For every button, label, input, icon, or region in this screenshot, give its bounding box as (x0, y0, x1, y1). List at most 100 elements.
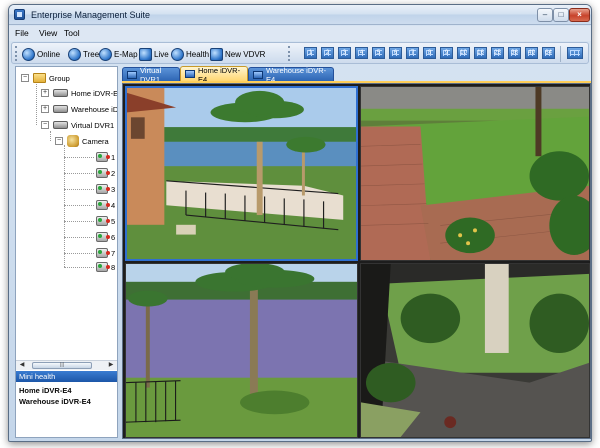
layout-10-button[interactable]: 10 (457, 47, 470, 59)
device-sidebar: − Group + Home iDVR-E4 + Warehouse iDVR-… (15, 66, 118, 438)
camera-group-icon (67, 135, 79, 147)
dvr-icon (53, 121, 68, 129)
tab-warehouse-idvr-e4[interactable]: Warehouse iDVR-E4 (248, 66, 334, 84)
monitor-icon (127, 71, 137, 79)
video-feed-1[interactable] (125, 86, 358, 261)
minimize-button[interactable]: – (537, 8, 553, 22)
video-feed-4[interactable] (360, 263, 590, 438)
layout-5-button[interactable]: 5 (372, 47, 385, 59)
globe-icon (22, 47, 35, 61)
collapse-icon[interactable]: − (55, 137, 63, 145)
device-tree: − Group + Home iDVR-E4 + Warehouse iDVR-… (16, 67, 117, 360)
tree-node-warehouse-idvr[interactable]: + Warehouse iDVR-E4 (41, 102, 117, 116)
health-button[interactable]: Health (171, 46, 209, 62)
tree-node-camera-5[interactable]: 5 (96, 214, 115, 228)
emap-button[interactable]: E-Map (99, 46, 138, 62)
layout-64-button[interactable]: 64 (542, 47, 555, 59)
tree-node-camera-4[interactable]: 4 (96, 198, 115, 212)
toolbar-overflow-button[interactable] (567, 47, 583, 59)
tree-node-camera-6[interactable]: 6 (96, 230, 115, 244)
toolbar-separator (560, 46, 561, 62)
layout-36-button[interactable]: 36 (508, 47, 521, 59)
tree-connector (64, 253, 94, 254)
tree-horizontal-scrollbar[interactable]: ◀ ||| ▶ (16, 360, 117, 370)
camera-icon (96, 262, 110, 272)
video-feed-3-image (126, 264, 357, 437)
tab-virtual-dvr1[interactable]: Virtual DVR1 (122, 66, 180, 84)
mini-health-item[interactable]: Warehouse iDVR-E4 (19, 397, 91, 406)
tree-connector (64, 205, 94, 206)
close-button[interactable]: × (569, 8, 590, 22)
tree-connector (64, 267, 94, 268)
toolbar-grip[interactable] (15, 46, 18, 61)
tree-connector (64, 237, 94, 238)
vdvr-icon (210, 47, 223, 61)
camera-icon (96, 152, 110, 162)
tree-node-virtual-dvr1[interactable]: − Virtual DVR1 (41, 118, 114, 132)
collapse-icon[interactable]: − (21, 74, 29, 82)
tree-node-camera-7[interactable]: 7 (96, 246, 115, 260)
main-toolbar: Online Tree E-Map Live Health New VDVR 1… (11, 42, 589, 64)
expand-icon[interactable]: + (41, 105, 49, 113)
layout-25-button[interactable]: 25 (491, 47, 504, 59)
camera-icon (96, 184, 110, 194)
app-logo-icon (14, 9, 25, 20)
camera-icon (96, 168, 110, 178)
tree-node-camera-group[interactable]: − Camera (55, 134, 109, 148)
camera-icon (96, 232, 110, 242)
layout-4-button[interactable]: 4 (355, 47, 368, 59)
menu-tool[interactable]: Tool (64, 28, 80, 38)
video-feed-2[interactable] (360, 86, 590, 261)
tree-node-camera-1[interactable]: 1 (96, 150, 115, 164)
toolbar-grip-2[interactable] (288, 46, 291, 61)
layout-9-button[interactable]: 9 (440, 47, 453, 59)
layout-49-button[interactable]: 49 (525, 47, 538, 59)
window-title: Enterprise Management Suite (31, 10, 151, 20)
tree-node-camera-3[interactable]: 3 (96, 182, 115, 196)
camera-icon (96, 200, 110, 210)
tree-icon (68, 47, 81, 61)
mini-health-title: Mini health (16, 371, 117, 382)
camera-icon (96, 248, 110, 258)
menu-view[interactable]: View (39, 28, 57, 38)
maximize-button[interactable]: □ (553, 8, 569, 22)
tree-node-group[interactable]: − Group (21, 71, 70, 85)
scroll-left-icon[interactable]: ◀ (17, 361, 27, 370)
dvr-icon (53, 105, 68, 113)
scroll-right-icon[interactable]: ▶ (106, 361, 116, 370)
tree-connector (50, 131, 51, 141)
menu-file[interactable]: File (15, 28, 29, 38)
mini-health-item[interactable]: Home iDVR-E4 (19, 386, 72, 395)
video-feed-3[interactable] (125, 263, 358, 438)
tree-node-home-idvr[interactable]: + Home iDVR-E4 (41, 86, 117, 100)
expand-icon[interactable]: + (41, 89, 49, 97)
new-vdvr-button[interactable]: New VDVR (210, 46, 265, 62)
tab-home-idvr-e4[interactable]: Home iDVR-E4 (180, 66, 248, 84)
collapse-icon[interactable]: − (41, 121, 49, 129)
layout-16-button[interactable]: 16 (474, 47, 487, 59)
layout-1-button[interactable]: 1 (304, 47, 317, 59)
layout-7-button[interactable]: 7 (406, 47, 419, 59)
layout-2-button[interactable]: 2 (321, 47, 334, 59)
tree-node-camera-2[interactable]: 2 (96, 166, 115, 180)
live-button[interactable]: Live (139, 46, 169, 62)
online-button[interactable]: Online (22, 46, 60, 62)
tree-connector (36, 81, 37, 125)
layout-8-button[interactable]: 8 (423, 47, 436, 59)
mini-health-panel: Mini health Home iDVR-E4 Warehouse iDVR-… (16, 371, 117, 437)
dvr-icon (53, 89, 68, 97)
tree-connector (64, 173, 94, 174)
map-icon (99, 47, 112, 61)
camera-live-icon (139, 47, 152, 61)
layout-3-button[interactable]: 3 (338, 47, 351, 59)
scroll-thumb[interactable]: ||| (32, 362, 92, 369)
video-feed-2-image (361, 87, 589, 260)
tree-connector (64, 157, 94, 158)
monitor-icon (185, 70, 195, 78)
dvr-tabs: Virtual DVR1 Home iDVR-E4 Warehouse iDVR… (122, 66, 591, 84)
title-bar: Enterprise Management Suite – □ × (9, 5, 591, 25)
tree-button[interactable]: Tree (68, 46, 99, 62)
tree-connector (64, 145, 65, 267)
layout-6-button[interactable]: 6 (389, 47, 402, 59)
tree-node-camera-8[interactable]: 8 (96, 260, 115, 274)
